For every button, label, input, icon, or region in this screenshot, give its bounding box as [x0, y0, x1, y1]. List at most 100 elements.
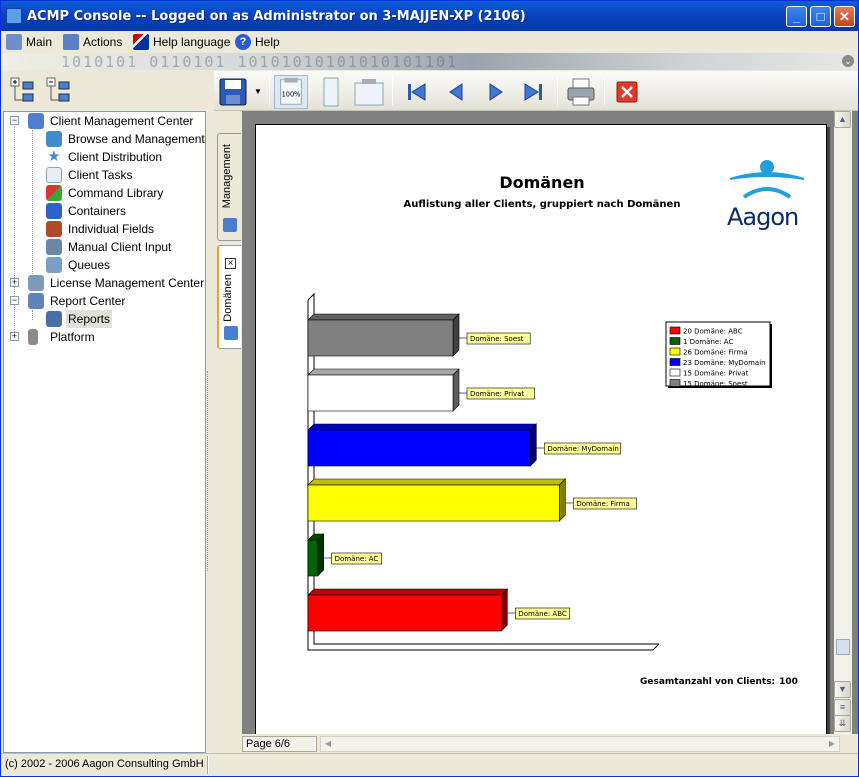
banner: 1010101 0110101 10101010101010101101 ⌄ [1, 53, 858, 70]
scroll-left-button[interactable]: ◀ [321, 737, 335, 751]
vertical-scrollbar[interactable]: ▲ ▼ ≡ ⇊ [834, 111, 852, 734]
queues-icon [46, 257, 62, 273]
copyright-text: (c) 2002 - 2006 Aagon Consulting GmbH [5, 758, 204, 770]
data-label: Domäne: Firma [576, 500, 629, 508]
total-clients-value: 100 [779, 677, 798, 687]
tab-domaenen[interactable]: × Domänen [217, 245, 241, 349]
platform-icon [28, 329, 38, 345]
scroll-thumb[interactable] [836, 639, 850, 655]
legend-label: 15 Domäne: Soest [683, 380, 748, 388]
close-report-icon[interactable] [610, 75, 644, 109]
status-bar: (c) 2002 - 2006 Aagon Consulting GmbH [1, 753, 858, 776]
total-clients-label: Gesamtanzahl von Clients: [640, 677, 776, 687]
reports-icon [46, 311, 62, 327]
bar-side [452, 313, 460, 357]
legend-swatch [669, 337, 681, 345]
bar-side [501, 588, 508, 632]
bar-top [307, 588, 509, 596]
bar [307, 539, 318, 577]
actions-icon [63, 34, 79, 50]
bar [307, 374, 454, 412]
fit-width-icon[interactable] [352, 75, 386, 109]
viewer-status: Page 6/6 ◀ ▶ [242, 734, 858, 753]
tab-management[interactable]: Management [217, 133, 241, 241]
logo-text: Aagon [727, 203, 799, 231]
legend-label: 1 Domäne: AC [683, 338, 733, 346]
main-icon [6, 34, 22, 50]
bar-top [307, 478, 567, 486]
save-icon[interactable] [217, 75, 251, 109]
legend-swatch [669, 379, 681, 387]
menu-bar: Main Actions Help language ? Help [1, 31, 858, 53]
scroll-right-button[interactable]: ▶ [825, 737, 839, 751]
save-dropdown-icon[interactable]: ▼ [254, 87, 262, 96]
browse-icon [46, 131, 62, 147]
data-label: Domäne: Privat [470, 390, 524, 398]
horizontal-scrollbar[interactable]: ◀ ▶ [320, 736, 840, 752]
data-label: Domäne: MyDomain [547, 445, 618, 453]
legend-label: 26 Domäne: Firma [683, 349, 748, 357]
pane-splitter[interactable] [206, 71, 214, 753]
legend-swatch [669, 358, 681, 366]
zoom-100-icon[interactable]: 100% [274, 75, 308, 109]
menu-actions[interactable]: Actions [63, 34, 122, 50]
collapse-icon[interactable]: − [10, 296, 19, 305]
bar [307, 319, 454, 357]
fields-icon [46, 221, 62, 237]
page-indicator: Page 6/6 [242, 736, 317, 752]
svg-text:100%: 100% [282, 91, 301, 99]
report-page: Domänen Auflistung aller Clients, gruppi… [255, 124, 827, 744]
license-icon [28, 275, 44, 291]
report-viewer: Domänen Auflistung aller Clients, gruppi… [242, 111, 858, 744]
window-title: ACMP Console -- Logged on as Administrat… [27, 9, 526, 24]
banner-binary: 1010101 0110101 10101010101010101101 [61, 53, 459, 70]
legend-swatch [669, 326, 681, 335]
scroll-down-button[interactable]: ▼ [834, 681, 851, 698]
menu-help[interactable]: ? Help [235, 34, 280, 50]
data-label: Domäne: ABC [518, 610, 567, 618]
previous-page-icon[interactable] [440, 75, 474, 109]
scroll-up-button[interactable]: ▲ [834, 111, 851, 128]
help-icon: ? [235, 34, 251, 50]
flag-icon [133, 34, 149, 50]
scroll-page-icon[interactable]: ≡ [834, 699, 851, 716]
expand-icon[interactable]: + [10, 332, 19, 341]
print-icon[interactable] [564, 75, 598, 109]
client-management-icon [28, 113, 44, 129]
collapse-banner-icon[interactable]: ⌄ [842, 55, 854, 67]
fit-page-icon[interactable] [314, 75, 348, 109]
title-bar[interactable]: ACMP Console -- Logged on as Administrat… [1, 1, 858, 31]
collapse-tree-icon[interactable] [45, 76, 75, 106]
close-button[interactable]: ✕ [834, 6, 855, 27]
containers-icon [46, 203, 62, 219]
puzzle-icon [46, 185, 62, 201]
first-page-icon[interactable] [400, 75, 434, 109]
legend-label: 20 Domäne: ABC [683, 328, 743, 336]
domain-bar-chart: Domäne: Soest Domäne: Privat Domäne: MyDom… [307, 292, 772, 651]
collapse-icon[interactable]: − [10, 116, 19, 125]
maximize-button[interactable]: □ [810, 6, 831, 27]
bar-side [530, 423, 537, 467]
minimize-button[interactable]: _ [786, 6, 807, 27]
menu-help-language[interactable]: Help language [133, 34, 230, 50]
legend-label: 23 Domäne: MyDomain [683, 359, 766, 367]
bar-side [559, 478, 566, 522]
legend-swatch [669, 368, 681, 377]
bar [307, 429, 531, 467]
expand-icon[interactable]: + [10, 278, 19, 287]
menu-main[interactable]: Main [6, 34, 52, 50]
legend-label: 15 Domäne: Privat [683, 370, 749, 378]
next-page-icon[interactable] [478, 75, 512, 109]
data-label: Domäne: AC [335, 555, 379, 563]
manual-input-icon [46, 239, 62, 255]
data-label: Domäne: Soest [470, 335, 524, 343]
last-page-icon[interactable] [516, 75, 550, 109]
scroll-end-icon[interactable]: ⇊ [834, 715, 851, 732]
total-clients: Gesamtanzahl von Clients: 100 [636, 677, 798, 687]
close-tab-icon[interactable]: × [225, 258, 236, 269]
expand-tree-icon[interactable] [9, 76, 39, 106]
star-icon: ★ [47, 148, 61, 165]
navigation-tree: − Client Management Center Browse and Ma… [3, 111, 206, 753]
bar-top [307, 313, 460, 321]
vertical-tab-strip: Management × Domänen [214, 111, 242, 753]
